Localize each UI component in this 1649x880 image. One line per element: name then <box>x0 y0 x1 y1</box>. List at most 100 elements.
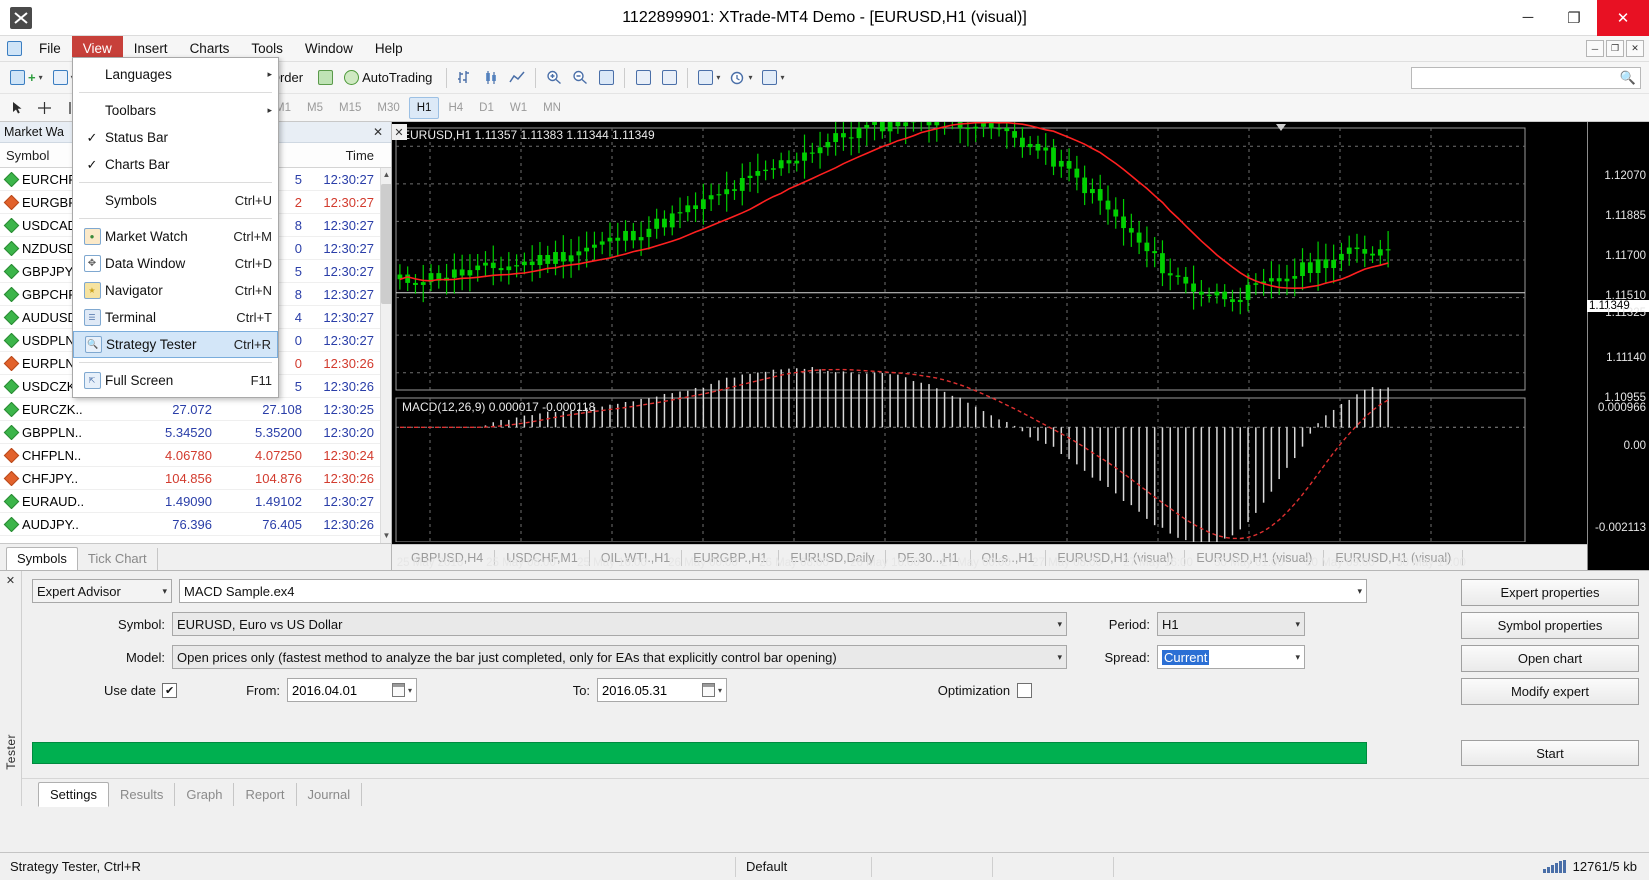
metaeditor-icon[interactable] <box>313 66 337 90</box>
maximize-button[interactable]: ❐ <box>1551 0 1597 36</box>
model-select[interactable]: Open prices only (fastest method to anal… <box>172 645 1067 669</box>
menu-item-navigator[interactable]: ★ Navigator Ctrl+N <box>73 277 278 304</box>
column-header-time[interactable]: Time <box>308 148 380 163</box>
autotrading-button[interactable]: AutoTrading <box>339 66 440 90</box>
menu-help[interactable]: Help <box>364 36 414 61</box>
mdi-minimize-button[interactable]: ─ <box>1586 40 1604 57</box>
tester-tab-graph[interactable]: Graph <box>175 783 235 806</box>
timeframe-mn[interactable]: MN <box>536 97 568 119</box>
menu-item-terminal[interactable]: ☰ Terminal Ctrl+T <box>73 304 278 331</box>
candlestick-chart-icon[interactable] <box>479 66 503 90</box>
price-scale[interactable]: 1.12070 1.11885 1.11700 1.11510 1.11349 1.113… <box>1587 122 1649 570</box>
table-row[interactable]: EURAUD.. 1.49090 1.49102 12:30:27 <box>0 490 380 513</box>
to-date-input[interactable]: 2016.05.31 ▾ <box>597 678 728 702</box>
crosshair-icon[interactable] <box>32 96 56 120</box>
market-watch-scrollbar[interactable]: ▲ ▼ <box>380 168 391 543</box>
period-select[interactable]: H1 ▾ <box>1157 612 1305 636</box>
time-axis-label: 30 May 09:00 <box>1305 557 1375 569</box>
cell-bid: 5.34520 <box>165 424 212 440</box>
market-watch-close-icon[interactable]: ✕ <box>369 125 387 139</box>
menu-item-market-watch[interactable]: ● Market Watch Ctrl+M <box>73 223 278 250</box>
calendar-icon[interactable] <box>702 683 716 697</box>
table-row[interactable]: EURCZK.. 27.072 27.108 12:30:25 <box>0 398 380 421</box>
new-chart-icon[interactable]: + ▾ <box>6 66 47 90</box>
chevron-down-icon[interactable]: ▾ <box>405 686 412 695</box>
tester-tab-journal[interactable]: Journal <box>297 783 363 806</box>
menu-file[interactable]: File <box>28 36 72 61</box>
close-button[interactable]: ✕ <box>1597 0 1649 36</box>
mdi-restore-button[interactable]: ❐ <box>1606 40 1624 57</box>
table-row[interactable]: GBPPLN.. 5.34520 5.35200 12:30:20 <box>0 421 380 444</box>
time-axis[interactable]: 25 May 2016 25 May 08:00 25 May 16:00 26 Ma… <box>392 554 1587 570</box>
start-button[interactable]: Start <box>1461 740 1639 766</box>
menu-item-status-bar[interactable]: ✓ Status Bar <box>73 124 278 151</box>
timeframe-m30[interactable]: M30 <box>370 97 406 119</box>
menu-item-full-screen[interactable]: ⇱ Full Screen F11 <box>73 367 278 394</box>
from-date-input[interactable]: 2016.04.01 ▾ <box>287 678 418 702</box>
view-dropdown-menu[interactable]: Languages ▸ Toolbars ▸ ✓ Status Bar ✓ Charts Ba… <box>72 57 279 398</box>
minimize-button[interactable]: ─ <box>1505 0 1551 36</box>
tester-close-icon[interactable]: ✕ <box>6 574 15 587</box>
grid-icon[interactable] <box>594 66 618 90</box>
chart-canvas[interactable] <box>392 122 1649 570</box>
modify-expert-button[interactable]: Modify expert <box>1461 678 1639 705</box>
calendar-icon[interactable] <box>392 683 406 697</box>
menu-item-charts-bar[interactable]: ✓ Charts Bar <box>73 151 278 178</box>
menu-window[interactable]: Window <box>294 36 364 61</box>
optimization-checkbox[interactable] <box>1017 682 1033 698</box>
cell-symbol: EURAUD.. <box>0 494 128 509</box>
tester-tab-report[interactable]: Report <box>234 783 297 806</box>
auto-scroll-icon[interactable] <box>631 66 655 90</box>
menu-item-data-window[interactable]: ✥ Data Window Ctrl+D <box>73 250 278 277</box>
chart-shift-icon[interactable] <box>657 66 681 90</box>
mdi-close-button[interactable]: ✕ <box>1626 40 1644 57</box>
menu-item-strategy-tester[interactable]: 🔍 Strategy Tester Ctrl+R <box>73 331 278 358</box>
templates-icon[interactable]: ▾ <box>758 66 788 90</box>
cell-ask: 76.405 <box>262 516 302 532</box>
menu-item-toolbars[interactable]: Toolbars ▸ <box>73 97 278 124</box>
price-label: 1.11140 <box>1606 352 1646 364</box>
chart-header-label: EURUSD,H1 1.11357 1.11383 1.11344 1.1134… <box>402 128 655 142</box>
chevron-down-icon[interactable]: ▾ <box>715 686 722 695</box>
timeframe-m5[interactable]: M5 <box>300 97 330 119</box>
expert-type-select[interactable]: Expert Advisor ▾ <box>32 579 172 603</box>
search-icon[interactable]: 🔍 <box>1620 70 1636 86</box>
tab-tick-chart[interactable]: Tick Chart <box>78 548 158 570</box>
timeframe-w1[interactable]: W1 <box>503 97 534 119</box>
menu-item-languages[interactable]: Languages ▸ <box>73 61 278 88</box>
menu-item-symbols[interactable]: Symbols Ctrl+U <box>73 187 278 214</box>
tab-symbols[interactable]: Symbols <box>6 547 78 571</box>
chart-close-icon[interactable]: ✕ <box>392 124 407 140</box>
timeframe-h4[interactable]: H4 <box>441 97 470 119</box>
table-row[interactable]: CHFJPY.. 104.856 104.876 12:30:26 <box>0 467 380 490</box>
table-row[interactable]: CHFPLN.. 4.06780 4.07250 12:30:24 <box>0 444 380 467</box>
spread-select[interactable]: Current ▾ <box>1157 645 1305 669</box>
line-chart-icon[interactable] <box>505 66 529 90</box>
expert-properties-button[interactable]: Expert properties <box>1461 579 1639 606</box>
symbol-select[interactable]: EURUSD, Euro vs US Dollar ▾ <box>172 612 1067 636</box>
tester-tab-settings[interactable]: Settings <box>38 782 109 807</box>
table-row[interactable]: AUDJPY.. 76.396 76.405 12:30:26 <box>0 513 380 536</box>
bar-chart-icon[interactable] <box>453 66 477 90</box>
scroll-down-icon[interactable]: ▼ <box>383 529 391 543</box>
chart-pane[interactable]: ✕ EURUSD,H1 1.11357 1.11383 1.11344 1.11… <box>392 122 1649 570</box>
periods-icon[interactable]: ▾ <box>726 66 756 90</box>
cursor-icon[interactable] <box>6 96 30 120</box>
scrollbar-thumb[interactable] <box>381 184 391 304</box>
cell-ask: 1.49102 <box>255 493 302 509</box>
timeframe-d1[interactable]: D1 <box>472 97 501 119</box>
search-input[interactable] <box>1416 70 1620 85</box>
expert-file-select[interactable]: MACD Sample.ex4 ▾ <box>179 579 1367 603</box>
cell-ask: 104.876 <box>255 470 302 486</box>
tester-tab-results[interactable]: Results <box>109 783 176 806</box>
search-box[interactable]: 🔍 <box>1411 66 1641 89</box>
timeframe-h1[interactable]: H1 <box>408 96 440 119</box>
indicators-icon[interactable]: ▾ <box>694 66 724 90</box>
zoom-out-icon[interactable] <box>568 66 592 90</box>
zoom-in-icon[interactable] <box>542 66 566 90</box>
open-chart-button[interactable]: Open chart <box>1461 645 1639 672</box>
symbol-properties-button[interactable]: Symbol properties <box>1461 612 1639 639</box>
scroll-up-icon[interactable]: ▲ <box>383 168 391 182</box>
timeframe-m15[interactable]: M15 <box>332 97 368 119</box>
use-date-checkbox[interactable]: ✔ <box>162 682 178 698</box>
